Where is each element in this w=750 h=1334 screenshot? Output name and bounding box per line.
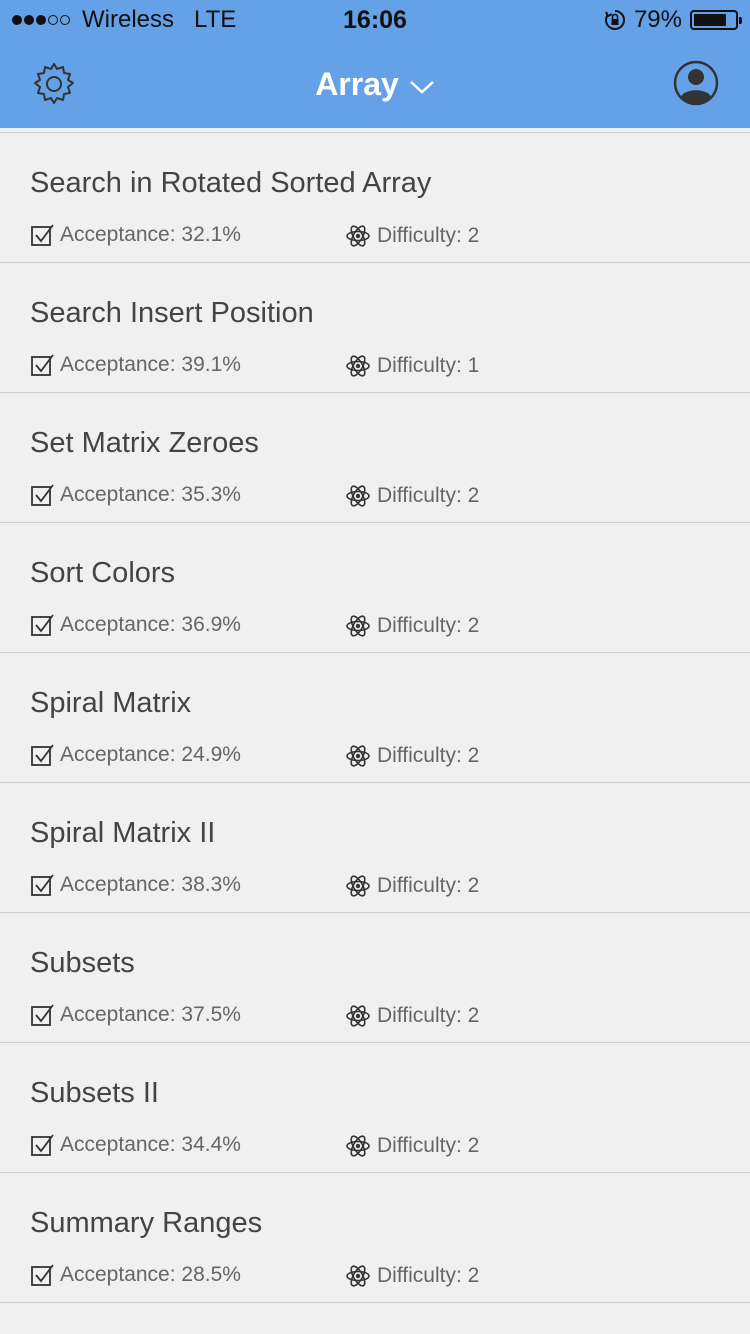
difficulty-level: Difficulty: 2 [377,1134,480,1157]
acceptance-rate: Acceptance: 34.4% [60,1133,241,1156]
acceptance-rate: Acceptance: 37.5% [60,1003,241,1026]
difficulty-info: Difficulty: 2 [345,223,479,249]
atom-icon [346,745,370,767]
acceptance-info: Acceptance: 37.5% [30,1003,241,1027]
checkbox-checked-icon [31,614,54,636]
problem-row[interactable]: Set Matrix Zeroes Acceptance: 35.3% Diff… [0,393,750,523]
difficulty-level: Difficulty: 2 [377,614,480,637]
difficulty-info: Difficulty: 2 [345,743,479,769]
acceptance-info: Acceptance: 38.3% [30,873,241,897]
difficulty-level: Difficulty: 2 [377,874,480,897]
problem-title: Spiral Matrix [30,687,192,719]
chevron-down-icon [409,80,434,94]
problem-list: Search in Rotated Sorted Array Acceptanc… [0,132,750,1303]
problem-row[interactable]: Subsets II Acceptance: 34.4% Difficulty:… [0,1043,750,1173]
acceptance-rate: Acceptance: 24.9% [60,743,241,766]
nav-title: Array [315,66,399,102]
problem-row[interactable]: Summary Ranges Acceptance: 28.5% Difficu… [0,1173,750,1303]
acceptance-info: Acceptance: 28.5% [30,1263,241,1287]
acceptance-info: Acceptance: 32.1% [30,223,241,247]
problem-title: Subsets II [30,1077,159,1109]
checkbox-checked-icon [31,1004,54,1026]
difficulty-level: Difficulty: 2 [377,1004,480,1027]
atom-icon [346,225,370,247]
battery-icon [690,10,742,30]
status-bar: Wireless LTE 16:06 79% [0,0,750,40]
navigation-bar: Array [0,40,750,128]
checkbox-checked-icon [31,484,54,506]
acceptance-rate: Acceptance: 28.5% [60,1263,241,1286]
rotation-lock-icon [604,10,625,30]
problem-row[interactable]: Search in Rotated Sorted Array Acceptanc… [0,133,750,263]
problem-title: Search in Rotated Sorted Array [30,167,432,199]
difficulty-level: Difficulty: 2 [377,484,480,507]
checkbox-checked-icon [31,1134,54,1156]
status-right: 79% [604,6,742,34]
acceptance-rate: Acceptance: 38.3% [60,873,241,896]
difficulty-level: Difficulty: 2 [377,1264,480,1287]
checkbox-checked-icon [31,744,54,766]
problem-row[interactable]: Search Insert Position Acceptance: 39.1%… [0,263,750,393]
battery-percentage: 79% [633,6,682,33]
checkbox-checked-icon [31,354,54,376]
acceptance-rate: Acceptance: 32.1% [60,223,241,246]
app-header: Wireless LTE 16:06 79% Array [0,0,750,128]
acceptance-rate: Acceptance: 36.9% [60,613,241,636]
acceptance-info: Acceptance: 34.4% [30,1133,241,1157]
checkbox-checked-icon [31,1264,54,1286]
problem-title: Summary Ranges [30,1207,263,1239]
acceptance-info: Acceptance: 39.1% [30,353,241,377]
user-profile-icon[interactable] [672,59,720,107]
problem-row[interactable]: Subsets Acceptance: 37.5% Difficulty: 2 [0,913,750,1043]
atom-icon [346,1265,370,1287]
atom-icon [346,1135,370,1157]
atom-icon [346,615,370,637]
problem-title: Sort Colors [30,557,176,589]
battery-level [694,14,726,26]
acceptance-rate: Acceptance: 39.1% [60,353,241,376]
problem-row[interactable]: Spiral Matrix II Acceptance: 38.3% Diffi… [0,783,750,913]
difficulty-info: Difficulty: 1 [345,353,479,379]
category-dropdown[interactable]: Array [0,66,750,103]
atom-icon [346,875,370,897]
problem-title: Subsets [30,947,135,979]
problem-row[interactable]: Sort Colors Acceptance: 36.9% Difficulty… [0,523,750,653]
difficulty-info: Difficulty: 2 [345,613,479,639]
problem-title: Spiral Matrix II [30,817,216,849]
difficulty-level: Difficulty: 1 [377,354,480,377]
difficulty-info: Difficulty: 2 [345,1133,479,1159]
difficulty-level: Difficulty: 2 [377,224,480,247]
difficulty-info: Difficulty: 2 [345,1003,479,1029]
difficulty-level: Difficulty: 2 [377,744,480,767]
acceptance-info: Acceptance: 36.9% [30,613,241,637]
checkbox-checked-icon [31,874,54,896]
difficulty-info: Difficulty: 2 [345,1263,479,1289]
problem-title: Set Matrix Zeroes [30,427,259,459]
atom-icon [346,485,370,507]
acceptance-info: Acceptance: 24.9% [30,743,241,767]
acceptance-rate: Acceptance: 35.3% [60,483,241,506]
checkbox-checked-icon [31,224,54,246]
difficulty-info: Difficulty: 2 [345,873,479,899]
problem-row[interactable]: Spiral Matrix Acceptance: 24.9% Difficul… [0,653,750,783]
acceptance-info: Acceptance: 35.3% [30,483,241,507]
problem-title: Search Insert Position [30,297,314,329]
atom-icon [346,355,370,377]
atom-icon [346,1005,370,1027]
difficulty-info: Difficulty: 2 [345,483,479,509]
